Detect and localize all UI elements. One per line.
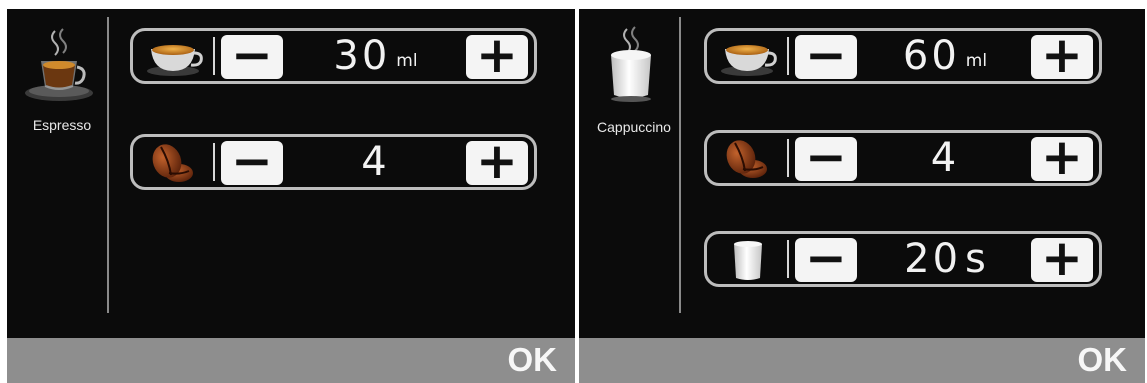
drink-label: Cappuccino: [597, 119, 671, 135]
separator: [787, 139, 789, 177]
ok-button[interactable]: OK: [1078, 341, 1128, 379]
cappuccino-glass-icon: [611, 26, 651, 102]
strength-decrease-button[interactable]: −: [221, 132, 283, 190]
volume-unit: ml: [396, 51, 418, 71]
plus-icon: +: [1041, 229, 1083, 287]
volume-value: 30 ml: [291, 31, 460, 81]
coffee-cup-icon: [721, 45, 777, 76]
strength-control: − 4 +: [130, 134, 537, 190]
volume-decrease-button[interactable]: −: [795, 26, 857, 84]
strength-decrease-button[interactable]: −: [795, 128, 857, 186]
volume-value: 60 ml: [865, 31, 1025, 81]
strength-control: − 4 +: [704, 130, 1102, 186]
milk-glass-icon: [734, 241, 762, 280]
strength-value: 4: [291, 137, 460, 187]
espresso-cup-icon: [25, 28, 93, 101]
volume-control: − 60 ml +: [704, 28, 1102, 84]
plus-icon: +: [476, 132, 518, 190]
strength-number: 4: [930, 135, 960, 181]
bottom-bar: OK: [7, 338, 575, 383]
cappuccino-settings-screen: Cappuccino − 60 ml + − 4 + − 20 s + OK: [579, 9, 1145, 383]
milk-increase-button[interactable]: +: [1031, 229, 1093, 287]
strength-increase-button[interactable]: +: [1031, 128, 1093, 186]
strength-increase-button[interactable]: +: [466, 132, 528, 190]
separator: [213, 143, 215, 181]
plus-icon: +: [1041, 26, 1083, 84]
plus-icon: +: [476, 26, 518, 84]
volume-increase-button[interactable]: +: [466, 26, 528, 84]
milk-number: 20: [904, 236, 962, 282]
strength-value: 4: [865, 133, 1025, 183]
minus-icon: −: [231, 132, 273, 190]
separator: [787, 37, 789, 75]
milk-control: − 20 s +: [704, 231, 1102, 287]
strength-number: 4: [361, 139, 390, 185]
coffee-bean-icon: [726, 140, 767, 178]
volume-control: − 30 ml +: [130, 28, 537, 84]
volume-decrease-button[interactable]: −: [221, 26, 283, 84]
divider: [679, 17, 681, 313]
bottom-bar: OK: [579, 338, 1145, 383]
milk-value: 20 s: [865, 234, 1025, 284]
volume-number: 60: [902, 33, 960, 79]
separator: [213, 37, 215, 75]
milk-decrease-button[interactable]: −: [795, 229, 857, 287]
ok-button[interactable]: OK: [508, 341, 558, 379]
volume-number: 30: [333, 33, 391, 79]
volume-increase-button[interactable]: +: [1031, 26, 1093, 84]
drink-label: Espresso: [32, 117, 92, 133]
espresso-settings-screen: Espresso − 30 ml + − 4 + OK: [7, 9, 575, 383]
coffee-cup-icon: [147, 45, 203, 76]
minus-icon: −: [805, 229, 847, 287]
divider: [107, 17, 109, 313]
plus-icon: +: [1041, 128, 1083, 186]
volume-unit: ml: [965, 51, 988, 71]
coffee-bean-icon: [152, 144, 193, 182]
minus-icon: −: [231, 26, 273, 84]
minus-icon: −: [805, 128, 847, 186]
minus-icon: −: [805, 26, 847, 84]
separator: [787, 240, 789, 278]
milk-unit: s: [965, 236, 986, 282]
